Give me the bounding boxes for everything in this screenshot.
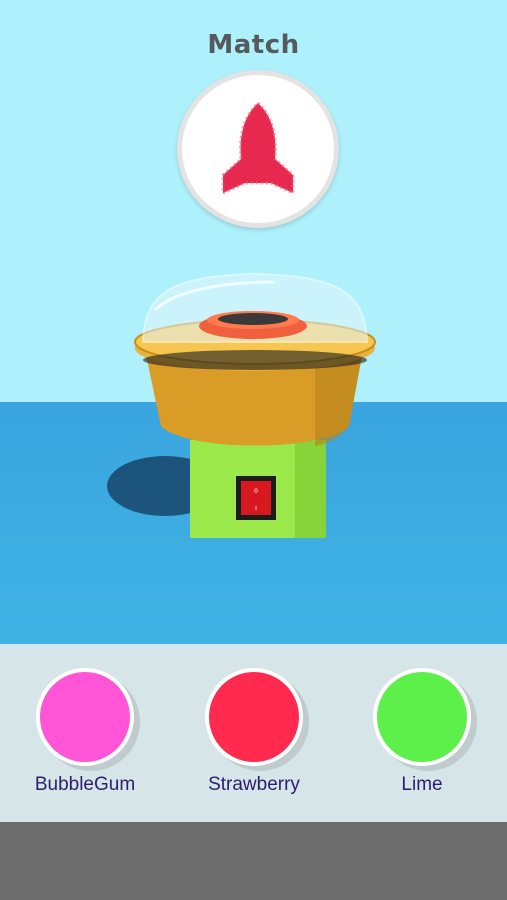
- bubblegum-label: BubbleGum: [34, 774, 136, 795]
- bottom-bar: [0, 822, 507, 900]
- bubblegum-swatch[interactable]: [36, 668, 134, 766]
- game-stage: Match 0 I BubbleGum Strawberry Lime: [0, 0, 507, 900]
- lime-swatch[interactable]: [373, 668, 471, 766]
- flavor-option-bubblegum[interactable]: BubbleGum: [10, 668, 160, 796]
- flavor-option-lime[interactable]: Lime: [347, 668, 497, 796]
- match-title: Match: [207, 30, 300, 60]
- svg-text:0: 0: [254, 488, 258, 495]
- cotton-candy-machine: 0 I: [107, 272, 376, 538]
- flavor-option-strawberry[interactable]: Strawberry: [179, 668, 329, 796]
- strawberry-label: Strawberry: [208, 774, 300, 795]
- target-shape-card: [177, 70, 339, 228]
- flavor-panel: BubbleGum Strawberry Lime: [0, 644, 507, 822]
- rocket-icon: [221, 100, 295, 196]
- lime-label: Lime: [401, 774, 443, 795]
- svg-text:I: I: [255, 505, 257, 512]
- strawberry-swatch[interactable]: [205, 668, 303, 766]
